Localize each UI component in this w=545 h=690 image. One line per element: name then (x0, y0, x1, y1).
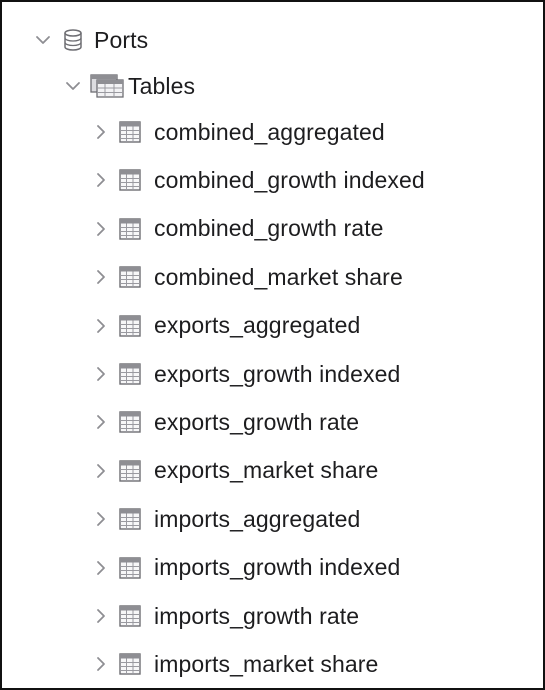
tree-node-table[interactable]: imports_growth rate (90, 592, 359, 640)
chevron-right-icon[interactable] (90, 460, 112, 482)
chevron-right-icon[interactable] (90, 315, 112, 337)
tree-node-table[interactable]: exports_market share (90, 447, 378, 495)
table-icon (118, 410, 142, 434)
chevron-right-icon[interactable] (90, 363, 112, 385)
tables-folder-icon (90, 74, 124, 98)
table-icon (118, 362, 142, 386)
tree-node-database-label: Ports (94, 26, 149, 53)
tree-node-table-label: combined_aggregated (154, 118, 385, 145)
tree-node-table-label: imports_growth rate (154, 602, 360, 629)
table-icon (118, 604, 142, 628)
table-icon (118, 168, 142, 192)
tree-node-table[interactable]: exports_growth indexed (90, 350, 400, 398)
tree-node-table-label: exports_market share (154, 457, 379, 484)
tree-node-table-label: exports_growth rate (154, 408, 360, 435)
tree-node-table[interactable]: combined_market share (90, 253, 403, 301)
tree-node-table[interactable]: exports_aggregated (90, 302, 360, 350)
tree-node-table[interactable]: combined_aggregated (90, 108, 385, 156)
chevron-down-icon[interactable] (32, 29, 54, 51)
tree-node-table[interactable]: imports_growth indexed (90, 544, 400, 592)
chevron-down-icon[interactable] (62, 75, 84, 97)
tree-node-table[interactable]: combined_growth rate (90, 205, 384, 253)
table-icon (118, 507, 142, 531)
tree-node-table[interactable]: combined_growth indexed (90, 156, 425, 204)
tree-node-tables-folder[interactable]: Tables (62, 62, 195, 110)
tree-node-table-label: imports_growth indexed (154, 554, 401, 581)
chevron-right-icon[interactable] (90, 218, 112, 240)
chevron-right-icon[interactable] (90, 169, 112, 191)
table-icon (118, 459, 142, 483)
tree-node-table-label: imports_market share (154, 650, 379, 677)
tree-node-table-label: exports_growth indexed (154, 360, 401, 387)
database-tree-panel: Ports Tables combined_aggregated combine… (0, 0, 545, 690)
tree-node-table-label: combined_growth indexed (154, 166, 425, 193)
tree-node-table-label: combined_market share (154, 263, 403, 290)
chevron-right-icon[interactable] (90, 508, 112, 530)
tree-node-table-label: combined_growth rate (154, 215, 384, 242)
tree-node-table-label: imports_aggregated (154, 505, 361, 532)
tree-node-table-label: exports_aggregated (154, 312, 361, 339)
chevron-right-icon[interactable] (90, 557, 112, 579)
chevron-right-icon[interactable] (90, 266, 112, 288)
chevron-right-icon[interactable] (90, 605, 112, 627)
tree-node-database[interactable]: Ports (32, 16, 148, 64)
table-icon (118, 314, 142, 338)
table-icon (118, 652, 142, 676)
chevron-right-icon[interactable] (90, 653, 112, 675)
tree-node-tables-label: Tables (128, 72, 196, 99)
tree-node-table[interactable]: imports_aggregated (90, 495, 360, 543)
table-icon (118, 120, 142, 144)
tree-node-table[interactable]: imports_market share (90, 640, 378, 688)
database-icon (62, 28, 84, 52)
tree-node-table[interactable]: exports_growth rate (90, 398, 359, 446)
chevron-right-icon[interactable] (90, 121, 112, 143)
table-icon (118, 556, 142, 580)
table-icon (118, 265, 142, 289)
table-icon (118, 217, 142, 241)
chevron-right-icon[interactable] (90, 411, 112, 433)
